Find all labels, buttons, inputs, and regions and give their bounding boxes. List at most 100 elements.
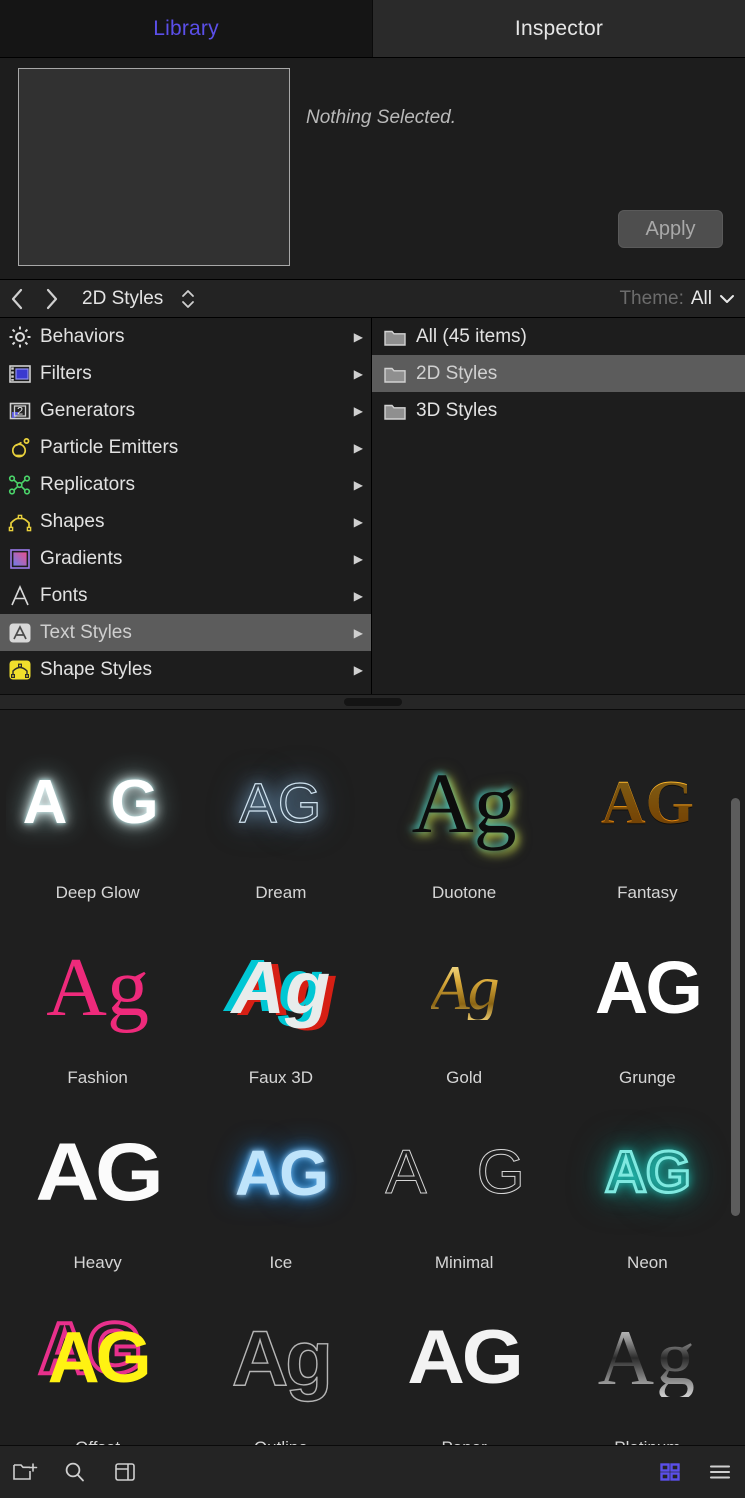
style-thumbnail: Ag [189, 1283, 372, 1432]
style-item-outline[interactable]: Ag Outline [189, 1283, 372, 1461]
folder-icon [382, 361, 408, 387]
tab-inspector[interactable]: Inspector [372, 0, 745, 57]
shape-style-icon [6, 656, 34, 684]
style-item-offset[interactable]: AG AG Offset [6, 1283, 189, 1461]
style-item-gold[interactable]: Ag Gold [373, 913, 556, 1098]
style-item-heavy[interactable]: AG Heavy [6, 1098, 189, 1283]
folder-item-2d-styles[interactable]: 2D Styles [372, 355, 745, 392]
sidebar-item-behaviors[interactable]: Behaviors ▶ [0, 318, 371, 355]
gear-icon [6, 323, 34, 351]
list-view-icon[interactable] [695, 1446, 745, 1498]
style-item-paper[interactable]: AG Paper [373, 1283, 556, 1461]
folder-item-3d-styles[interactable]: 3D Styles [372, 392, 745, 429]
search-icon[interactable] [50, 1446, 100, 1498]
sidebar-item-text-styles[interactable]: Text Styles ▶ [0, 614, 371, 651]
sidebar-item-particle-emitters[interactable]: Particle Emitters ▶ [0, 429, 371, 466]
tab-bar: Library Inspector [0, 0, 745, 58]
folder-icon [382, 398, 408, 424]
style-glyphs: Ag [46, 946, 149, 1030]
style-thumbnail: Ag [556, 1283, 739, 1432]
grid-view-icon[interactable] [645, 1446, 695, 1498]
theme-filter-label: Theme: [619, 288, 683, 310]
style-glyphs: AG [605, 1144, 690, 1202]
library-browser-columns: Behaviors ▶ Filters ▶ [0, 318, 745, 694]
style-item-label: Deep Glow [56, 883, 140, 903]
up-down-stepper-icon[interactable] [181, 288, 195, 310]
style-item-fantasy[interactable]: AG Fantasy [556, 728, 739, 913]
disclosure-triangle-icon[interactable]: ▶ [354, 330, 363, 344]
splitter-grab-handle[interactable] [344, 698, 402, 706]
disclosure-triangle-icon[interactable]: ▶ [354, 663, 363, 677]
theme-filter[interactable]: Theme: All [619, 280, 735, 318]
sidebar-item-label: Filters [40, 363, 354, 385]
style-item-minimal[interactable]: A G Minimal [373, 1098, 556, 1283]
disclosure-triangle-icon[interactable]: ▶ [354, 441, 363, 455]
chevron-down-icon[interactable] [719, 293, 735, 305]
folder-item-label: 2D Styles [416, 363, 497, 385]
style-item-ice[interactable]: AG Ice [189, 1098, 372, 1283]
style-item-faux-3d[interactable]: Ag Faux 3D [189, 913, 372, 1098]
tab-library[interactable]: Library [0, 0, 372, 57]
apply-button-label: Apply [645, 218, 695, 241]
disclosure-triangle-icon[interactable]: ▶ [354, 626, 363, 640]
panel-layout-icon[interactable] [100, 1446, 150, 1498]
selection-status-text: Nothing Selected. [306, 107, 456, 129]
style-thumbnail: AG [556, 728, 739, 877]
disclosure-triangle-icon[interactable]: ▶ [354, 404, 363, 418]
style-thumbnail: AG [373, 1283, 556, 1432]
panel-splitter[interactable] [0, 694, 745, 710]
chevron-right-icon[interactable] [34, 280, 68, 318]
style-item-fashion[interactable]: Ag Fashion [6, 913, 189, 1098]
sidebar-item-generators[interactable]: 2 Generators ▶ [0, 392, 371, 429]
bottom-toolbar [0, 1445, 745, 1498]
disclosure-triangle-icon[interactable]: ▶ [354, 552, 363, 566]
disclosure-triangle-icon[interactable]: ▶ [354, 515, 363, 529]
style-item-deep-glow[interactable]: A G Deep Glow [6, 728, 189, 913]
sidebar-item-gradients[interactable]: Gradients ▶ [0, 540, 371, 577]
folder-list: All (45 items) 2D Styles 3D Styles [372, 318, 745, 694]
folder-item-label: All (45 items) [416, 326, 527, 348]
sidebar-item-replicators[interactable]: Replicators ▶ [0, 466, 371, 503]
style-item-label: Duotone [432, 883, 496, 903]
vertical-scrollbar[interactable] [731, 798, 740, 1216]
style-thumbnail: Ag [6, 913, 189, 1062]
shape-icon [6, 508, 34, 536]
library-navigation-bar: 2D Styles Theme: All [0, 280, 745, 318]
sidebar-item-filters[interactable]: Filters ▶ [0, 355, 371, 392]
style-item-grunge[interactable]: AG Grunge [556, 913, 739, 1098]
sidebar-item-label: Behaviors [40, 326, 354, 348]
style-item-label: Neon [627, 1253, 668, 1273]
style-glyphs: AG [235, 1141, 327, 1205]
filmstrip-icon [6, 360, 34, 388]
particle-emitter-icon [6, 434, 34, 462]
new-folder-icon[interactable] [0, 1446, 50, 1498]
disclosure-triangle-icon[interactable]: ▶ [354, 478, 363, 492]
sidebar-item-shape-styles[interactable]: Shape Styles ▶ [0, 651, 371, 688]
disclosure-triangle-icon[interactable]: ▶ [354, 367, 363, 381]
chevron-left-icon[interactable] [0, 280, 34, 318]
style-thumbnail: Ag [373, 728, 556, 877]
style-item-label: Faux 3D [249, 1068, 313, 1088]
style-glyphs-front: AG [48, 1318, 148, 1398]
sidebar-item-shapes[interactable]: Shapes ▶ [0, 503, 371, 540]
folder-item-all[interactable]: All (45 items) [372, 318, 745, 355]
style-item-dream[interactable]: AG Dream [189, 728, 372, 913]
font-a-icon [6, 582, 34, 610]
preview-well[interactable] [18, 68, 290, 266]
style-thumbnail: AG [556, 1098, 739, 1247]
style-item-label: Gold [446, 1068, 482, 1088]
style-glyphs: AG [36, 1132, 160, 1214]
sidebar-item-label: Text Styles [40, 622, 354, 644]
style-item-label: Fantasy [617, 883, 677, 903]
style-thumbnail: AG [189, 1098, 372, 1247]
apply-button[interactable]: Apply [618, 210, 723, 248]
style-item-platinum[interactable]: Ag Platinum [556, 1283, 739, 1461]
gradient-icon [6, 545, 34, 573]
style-item-label: Ice [270, 1253, 293, 1273]
sidebar-item-fonts[interactable]: Fonts ▶ [0, 577, 371, 614]
sidebar-item-label: Generators [40, 400, 354, 422]
style-item-duotone[interactable]: Ag Duotone [373, 728, 556, 913]
disclosure-triangle-icon[interactable]: ▶ [354, 589, 363, 603]
style-item-neon[interactable]: AG Neon [556, 1098, 739, 1283]
style-item-label: Grunge [619, 1068, 676, 1088]
